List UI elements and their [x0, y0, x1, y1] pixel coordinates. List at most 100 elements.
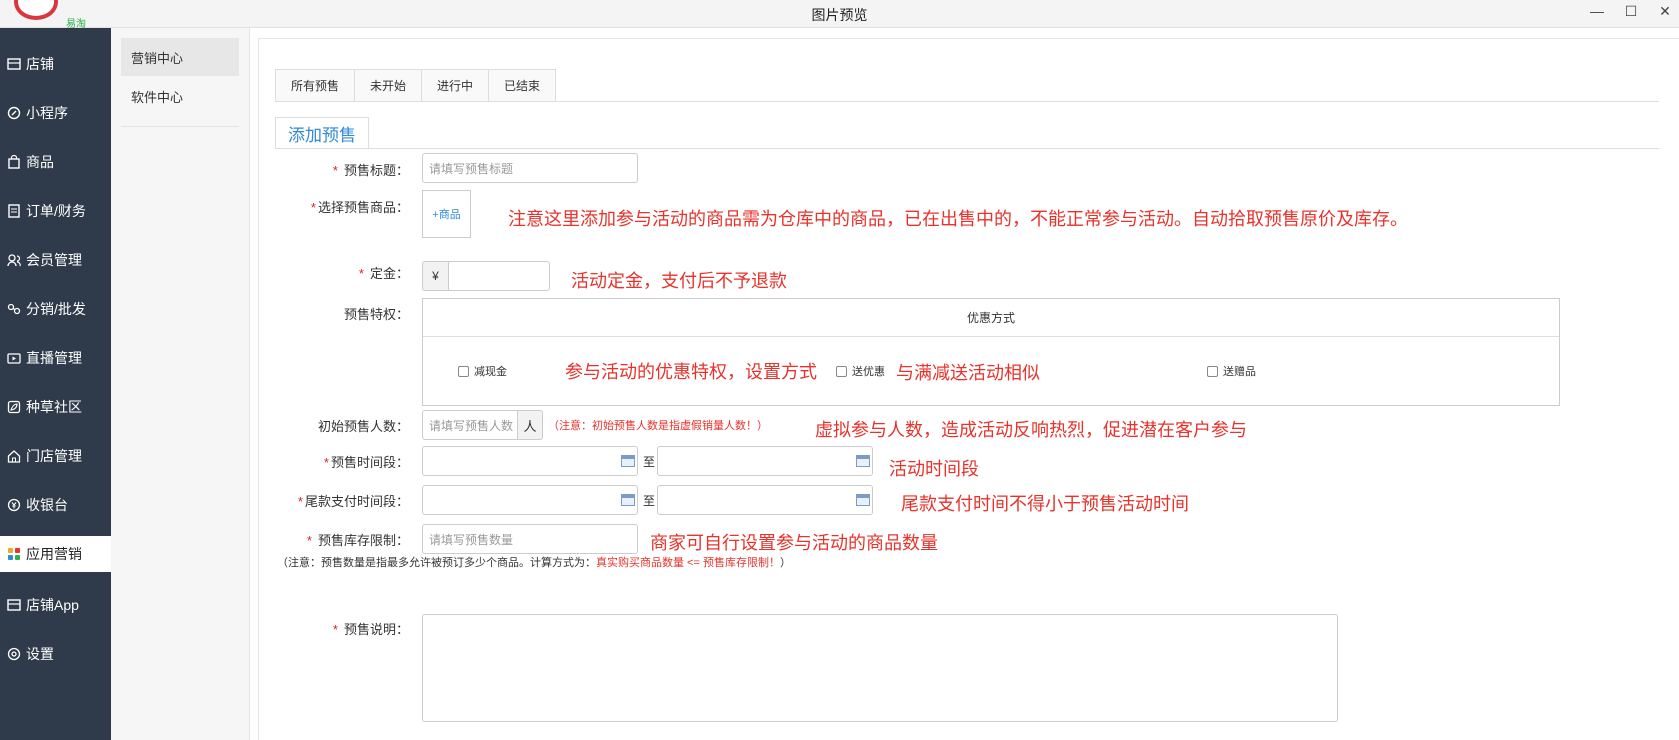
users-icon	[6, 252, 22, 268]
sidebar-item-settings[interactable]: 设置	[0, 634, 111, 674]
sidebar-item-distribution[interactable]: 分销/批发	[0, 289, 111, 329]
currency-addon: ¥	[422, 261, 448, 291]
sidebar-item-live[interactable]: 直播管理	[0, 338, 111, 378]
sidebar-item-community[interactable]: 种草社区	[0, 387, 111, 427]
deposit-label: * 定金：	[358, 266, 409, 281]
sidebar-item-store-app[interactable]: 店铺App	[0, 585, 111, 625]
calendar-icon[interactable]	[856, 455, 870, 467]
leaf-icon	[6, 399, 22, 415]
sidebar-item-miniprogram[interactable]: 小程序	[0, 93, 111, 133]
store-icon	[6, 56, 22, 72]
subnav-divider	[121, 126, 239, 127]
final-pay-start-input[interactable]	[422, 485, 638, 515]
sidebar-item-label: 商品	[26, 154, 54, 170]
sidebar-item-label: 店铺	[26, 56, 54, 72]
privilege-label: 预售特权：	[343, 307, 409, 322]
sidebar-item-label: 收银台	[26, 497, 68, 513]
stock-footnote: （注意：预售数量是指最多允许被预订多少个商品。计算方式为：真实购买商品数量 <=…	[277, 557, 791, 569]
tab-not-started[interactable]: 未开始	[354, 69, 423, 102]
sidebar-item-label: 订单/财务	[26, 203, 86, 219]
house-icon	[6, 448, 22, 464]
apps-icon	[6, 546, 22, 562]
sidebar-item-label: 会员管理	[26, 252, 82, 268]
document-icon	[6, 203, 22, 219]
sidebar-item-label: 直播管理	[26, 350, 82, 366]
final-pay-to-label: 至	[643, 494, 656, 508]
sidebar-item-label: 种草社区	[26, 399, 82, 415]
product-label: * 选择预售商品：	[310, 200, 409, 215]
deposit-input[interactable]	[448, 261, 550, 291]
initial-count-label: 初始预售人数：	[317, 419, 409, 434]
required-mark: *	[306, 533, 312, 548]
tab-all-presales[interactable]: 所有预售	[275, 69, 356, 102]
calendar-icon[interactable]	[621, 455, 635, 467]
tabs-divider	[275, 101, 1659, 102]
final-pay-end-input[interactable]	[657, 485, 873, 515]
maximize-icon[interactable]: ☐	[1621, 2, 1641, 22]
privilege-annotation-1: 参与活动的优惠特权，设置方式	[565, 362, 817, 382]
period-to-label: 至	[643, 455, 656, 469]
stock-label: * 预售库存限制：	[306, 533, 409, 548]
required-mark: *	[310, 200, 316, 215]
checkbox-icon	[458, 365, 469, 377]
deposit-annotation: 活动定金，支付后不予退款	[571, 271, 787, 291]
period-annotation: 活动时间段	[889, 459, 979, 479]
minimize-icon[interactable]: —	[1587, 2, 1607, 22]
required-mark: *	[358, 266, 364, 281]
period-start-input[interactable]	[422, 446, 638, 476]
period-end-input[interactable]	[657, 446, 873, 476]
calendar-icon[interactable]	[856, 494, 870, 506]
presale-title-input[interactable]: 请填写预售标题	[422, 153, 638, 183]
sidebar-item-label: 小程序	[26, 105, 68, 121]
required-mark: *	[332, 622, 338, 637]
calendar-icon[interactable]	[621, 494, 635, 506]
privilege-annotation-2: 与满减送活动相似	[896, 363, 1040, 383]
main-panel: 所有预售 未开始 进行中 已结束 添加预售 * 预售标题： 请填写预售标题 * 选择…	[258, 38, 1679, 740]
privilege-header: 优惠方式	[423, 299, 1559, 337]
required-mark: *	[323, 455, 329, 470]
window-titlebar: 易淘 图片预览 — ☐ ✕	[0, 0, 1679, 30]
description-textarea[interactable]	[422, 614, 1338, 722]
deposit-field: ¥	[422, 261, 550, 291]
sidebar-item-label: 设置	[26, 646, 54, 662]
product-annotation: 注意这里添加参与活动的商品需为仓库中的商品，已在出售中的，不能正常参与活动。自动…	[508, 209, 1408, 229]
initial-count-input[interactable]: 请填写预售人数	[422, 410, 518, 440]
sidebar-item-members[interactable]: 会员管理	[0, 240, 111, 280]
sidebar-item-marketing[interactable]: 应用营销	[0, 536, 111, 572]
people-unit-addon: 人	[518, 410, 543, 440]
sidebar-item-products[interactable]: 商品	[0, 142, 111, 182]
tab-add-presale[interactable]: 添加预售	[275, 117, 369, 149]
checkbox-coupon[interactable]: 送优惠	[836, 363, 885, 379]
initial-count-field: 请填写预售人数 人	[422, 410, 543, 440]
sidebar-item-label: 分销/批发	[26, 301, 86, 317]
section-divider	[275, 148, 1659, 149]
sidebar-item-orders[interactable]: 订单/财务	[0, 191, 111, 231]
subnav-item-marketing-center[interactable]: 营销中心	[121, 38, 239, 76]
tab-in-progress[interactable]: 进行中	[421, 69, 490, 102]
stock-annotation: 商家可自行设置参与活动的商品数量	[650, 533, 938, 553]
close-icon[interactable]: ✕	[1655, 2, 1675, 22]
period-label: * 预售时间段：	[323, 455, 409, 470]
sidebar-item-label: 门店管理	[26, 448, 82, 464]
tab-ended[interactable]: 已结束	[488, 69, 557, 102]
subnav-item-software-center[interactable]: 软件中心	[121, 77, 239, 115]
sidebar-item-stores[interactable]: 门店管理	[0, 436, 111, 476]
checkbox-gift[interactable]: 送赠品	[1207, 363, 1256, 379]
gear-icon	[6, 646, 22, 662]
stock-limit-input[interactable]: 请填写预售数量	[422, 524, 638, 554]
compass-icon	[6, 105, 22, 121]
bag-icon	[6, 154, 22, 170]
sidebar-item-store[interactable]: 店铺	[0, 44, 111, 84]
required-mark: *	[297, 494, 303, 509]
window-title: 图片预览	[811, 7, 868, 23]
sidebar-item-cashier[interactable]: 收银台	[0, 485, 111, 525]
description-label: * 预售说明：	[332, 622, 409, 637]
checkbox-cash-discount[interactable]: 减现金	[458, 363, 507, 379]
checkbox-icon	[836, 365, 847, 377]
title-label: * 预售标题：	[332, 163, 409, 178]
add-product-button[interactable]: +商品	[422, 190, 471, 238]
checkbox-icon	[1207, 365, 1218, 377]
initial-count-annotation: 虚拟参与人数，造成活动反响热烈，促进潜在客户参与	[815, 420, 1247, 440]
required-mark: *	[332, 163, 338, 178]
sidebar-item-label: 店铺App	[26, 597, 79, 613]
